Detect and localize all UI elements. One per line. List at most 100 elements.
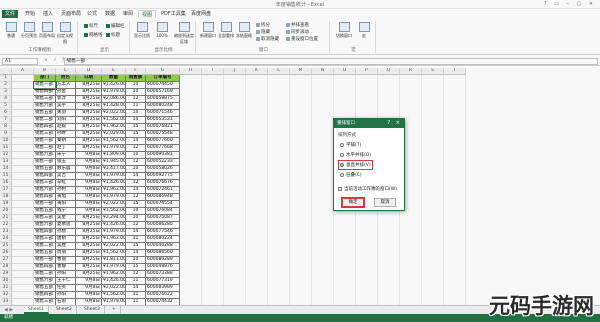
name-box[interactable]: A1	[2, 58, 38, 65]
table-cell[interactable]: 9月8日	[76, 208, 102, 215]
table-cell[interactable]: 吴胜	[56, 243, 76, 250]
table-cell[interactable]: ¥1,962.00	[102, 124, 126, 131]
row-header[interactable]: 6	[0, 110, 12, 117]
empty-cell[interactable]	[12, 138, 34, 145]
column-header[interactable]: T	[444, 68, 466, 75]
table-cell[interactable]: 销售二部	[34, 117, 56, 124]
table-cell[interactable]: 9月8日	[76, 194, 102, 201]
empty-cell[interactable]	[12, 271, 34, 278]
table-cell[interactable]: 600083989	[146, 285, 180, 292]
row-header[interactable]: 5	[0, 103, 12, 110]
table-cell[interactable]: 销售三部	[34, 131, 56, 138]
column-header[interactable]: H	[180, 68, 202, 75]
table-cell[interactable]: 销售五部	[34, 208, 56, 215]
row-header[interactable]: 4	[0, 96, 12, 103]
reset-window-button[interactable]: 重设窗口位置	[286, 36, 318, 42]
table-cell[interactable]: 唐娇	[56, 236, 76, 243]
table-cell[interactable]: 600076084	[146, 208, 180, 215]
table-cell[interactable]: 10	[126, 82, 146, 89]
help-icon[interactable]: ?	[388, 120, 393, 126]
table-cell[interactable]: 关羽	[56, 110, 76, 117]
table-cell[interactable]: 销售四部	[34, 173, 56, 180]
table-cell[interactable]: 销售三部	[34, 215, 56, 222]
table-cell[interactable]: 任英	[56, 285, 76, 292]
table-cell[interactable]: 销售六部	[34, 103, 56, 110]
table-cell[interactable]: 孙阳	[56, 292, 76, 299]
table-cell[interactable]: 600053521	[146, 117, 180, 124]
empty-cell[interactable]	[12, 82, 34, 89]
macros-button[interactable]: 宏	[356, 22, 372, 39]
row-header[interactable]: 29	[0, 271, 12, 278]
row-header[interactable]: 2	[0, 82, 12, 89]
row-header[interactable]: 24	[0, 236, 12, 243]
row-header[interactable]: 32	[0, 292, 12, 299]
table-cell[interactable]: ¥2,294.00	[102, 215, 126, 222]
table-cell[interactable]: ¥1,979.00	[102, 173, 126, 180]
table-cell[interactable]: 辛虹	[56, 180, 76, 187]
table-cell[interactable]: 600076622	[146, 292, 180, 299]
table-cell[interactable]: 600086948	[146, 194, 180, 201]
switch-windows-button[interactable]: 切换窗口	[334, 22, 354, 39]
row-header[interactable]: 1	[0, 75, 12, 82]
table-cell[interactable]: ¥2,022.00	[102, 201, 126, 208]
table-cell[interactable]: 600040288	[146, 243, 180, 250]
table-cell[interactable]: 14	[126, 117, 146, 124]
table-cell[interactable]: 600072461	[146, 187, 180, 194]
empty-cell[interactable]	[12, 89, 34, 96]
table-cell[interactable]: 孙杨	[56, 229, 76, 236]
ok-button[interactable]: 确定	[341, 197, 365, 208]
sync-scroll-button[interactable]: 同步滚动	[286, 29, 309, 35]
empty-cell[interactable]	[12, 208, 34, 215]
cancel-button[interactable]: 取消	[374, 198, 396, 207]
table-cell[interactable]: 14	[126, 187, 146, 194]
empty-cell[interactable]	[12, 229, 34, 236]
table-cell[interactable]: ¥1,562.00	[102, 292, 126, 299]
table-cell[interactable]: 600071546	[146, 110, 180, 117]
radio-vertical[interactable]: 垂直并排(V)	[338, 160, 373, 170]
table-cell[interactable]: 销售五部	[34, 166, 56, 173]
empty-cell[interactable]	[12, 264, 34, 271]
table-cell[interactable]: 销售一部	[33, 81, 57, 90]
empty-cell[interactable]	[12, 96, 34, 103]
empty-cell[interactable]	[12, 222, 34, 229]
table-cell[interactable]: ¥2,022.00	[102, 285, 126, 292]
table-cell[interactable]: 600086560	[146, 250, 180, 257]
table-cell[interactable]: 15	[126, 264, 146, 271]
tab-9[interactable]: 百度网盘	[188, 10, 214, 18]
table-cell[interactable]: 600080248	[146, 103, 180, 110]
table-cell[interactable]: 600073388	[146, 271, 180, 278]
table-cell[interactable]: 12	[126, 96, 146, 103]
table-cell[interactable]: 8月25日	[76, 243, 102, 250]
empty-column[interactable]	[180, 75, 202, 305]
empty-cell[interactable]	[12, 159, 34, 166]
table-cell[interactable]: 9月8日	[76, 187, 102, 194]
table-cell[interactable]: ¥1,979.00	[102, 264, 126, 271]
column-header[interactable]: A	[12, 68, 34, 75]
table-cell[interactable]: 销售三部	[34, 180, 56, 187]
row-header[interactable]: 19	[0, 201, 12, 208]
table-cell[interactable]: 10	[126, 166, 146, 173]
table-cell[interactable]: ¥2,029.00	[102, 131, 126, 138]
tab-5[interactable]: 数据	[102, 10, 118, 18]
row-header[interactable]: 27	[0, 257, 12, 264]
empty-cell[interactable]	[12, 215, 34, 222]
column-header[interactable]: M	[290, 68, 312, 75]
gridlines-checkbox[interactable]: 网格线	[84, 32, 103, 38]
radio-horizontal[interactable]: 水平并排(O)	[340, 152, 371, 158]
row-header[interactable]: 15	[0, 173, 12, 180]
empty-cell[interactable]	[12, 152, 34, 159]
row-header[interactable]: 11	[0, 145, 12, 152]
table-cell[interactable]: ¥1,945.00	[102, 159, 126, 166]
row-header[interactable]: 17	[0, 187, 12, 194]
table-cell[interactable]: 10	[126, 152, 146, 159]
table-cell[interactable]: 600075087	[146, 215, 180, 222]
table-cell[interactable]: 8月25日	[76, 110, 102, 117]
table-cell[interactable]: 9月8日	[76, 278, 102, 285]
table-cell[interactable]: 8月25日	[76, 215, 102, 222]
empty-column[interactable]	[290, 75, 312, 305]
empty-cell[interactable]	[12, 243, 34, 250]
row-header[interactable]: 31	[0, 285, 12, 292]
table-cell[interactable]: 10	[126, 208, 146, 215]
tab-4[interactable]: 公式	[84, 10, 100, 18]
table-cell[interactable]: ¥1,809.00	[102, 152, 126, 159]
